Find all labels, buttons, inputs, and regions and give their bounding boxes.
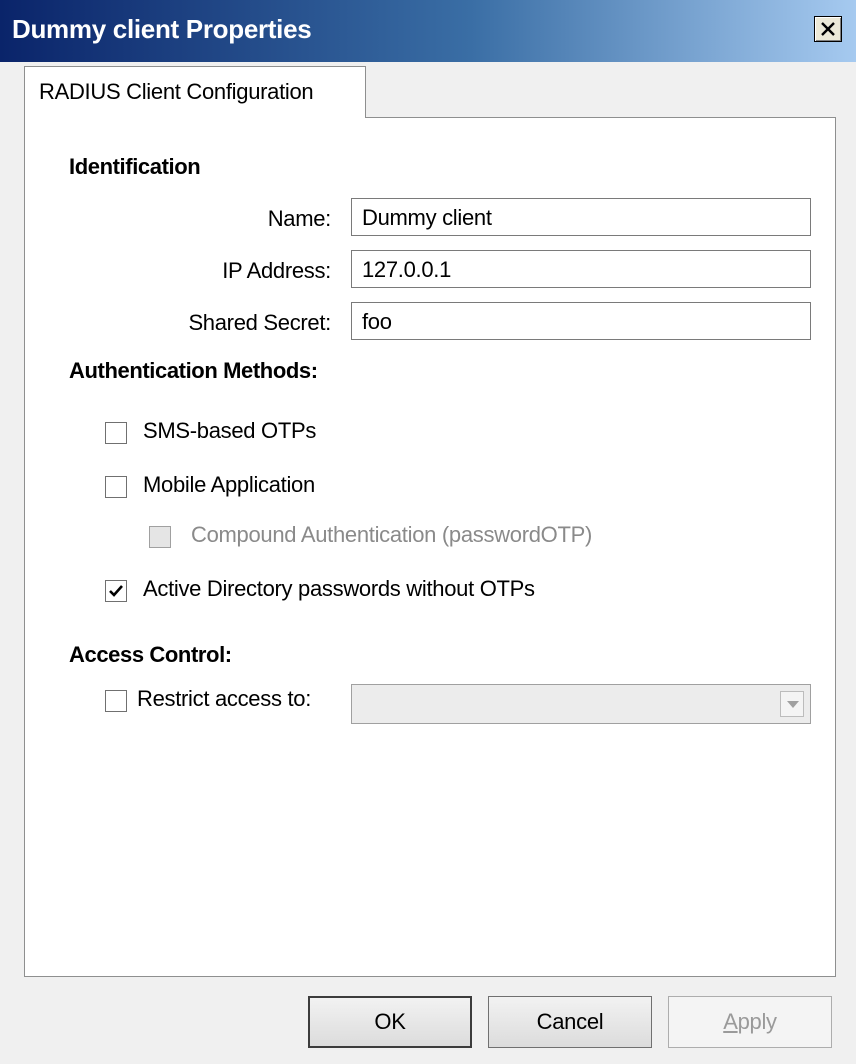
compound-auth-label: Compound Authentication (passwordOTP) xyxy=(191,522,593,547)
close-button[interactable] xyxy=(814,16,842,42)
name-label: Name: xyxy=(267,206,332,231)
ok-button[interactable]: OK xyxy=(308,996,472,1048)
sms-otp-checkbox-row[interactable]: SMS-based OTPs xyxy=(105,418,605,450)
properties-dialog: Dummy client Properties RADIUS Client Co… xyxy=(0,0,856,1064)
tab-panel: Identification Name: Dummy client IP Add… xyxy=(24,117,836,977)
mobile-app-checkbox[interactable] xyxy=(105,476,127,498)
restrict-access-label[interactable]: Restrict access to: xyxy=(137,686,311,712)
tab-radius-client-configuration[interactable]: RADIUS Client Configuration xyxy=(24,66,366,118)
ip-address-label: IP Address: xyxy=(222,258,331,283)
access-control-heading: Access Control: xyxy=(69,642,232,667)
checkmark-icon xyxy=(109,585,123,597)
sms-otp-checkbox[interactable] xyxy=(105,422,127,444)
cancel-button[interactable]: Cancel xyxy=(488,996,652,1048)
mobile-app-checkbox-row[interactable]: Mobile Application xyxy=(105,472,605,504)
close-icon xyxy=(821,22,835,36)
shared-secret-value: foo xyxy=(362,309,392,334)
tab-label: RADIUS Client Configuration xyxy=(39,79,314,104)
shared-secret-label: Shared Secret: xyxy=(188,310,331,335)
identification-heading: Identification xyxy=(69,154,201,179)
ip-address-field[interactable]: 127.0.0.1 xyxy=(351,250,811,288)
restrict-access-dropdown xyxy=(351,684,811,724)
ad-passwords-label[interactable]: Active Directory passwords without OTPs xyxy=(143,576,535,602)
name-value: Dummy client xyxy=(362,205,492,230)
ad-passwords-checkbox[interactable] xyxy=(105,580,127,602)
name-field[interactable]: Dummy client xyxy=(351,198,811,236)
restrict-access-checkbox-row[interactable]: Restrict access to: xyxy=(105,686,365,718)
authentication-methods-heading: Authentication Methods: xyxy=(69,358,318,383)
ip-address-value: 127.0.0.1 xyxy=(362,257,452,282)
apply-label-rest: pply xyxy=(737,1009,777,1034)
ad-passwords-checkbox-row[interactable]: Active Directory passwords without OTPs xyxy=(105,576,705,608)
restrict-access-checkbox[interactable] xyxy=(105,690,127,712)
compound-auth-checkbox-row: Compound Authentication (passwordOTP) xyxy=(149,522,709,554)
apply-button: Apply xyxy=(668,996,832,1048)
shared-secret-field[interactable]: foo xyxy=(351,302,811,340)
compound-auth-checkbox xyxy=(149,526,171,548)
apply-mnemonic: A xyxy=(723,1009,738,1034)
title-bar[interactable]: Dummy client Properties xyxy=(0,0,856,62)
sms-otp-label[interactable]: SMS-based OTPs xyxy=(143,418,316,444)
window-title: Dummy client Properties xyxy=(12,14,312,44)
dropdown-arrow-button xyxy=(780,691,804,717)
chevron-down-icon xyxy=(787,701,799,708)
mobile-app-label[interactable]: Mobile Application xyxy=(143,472,315,498)
